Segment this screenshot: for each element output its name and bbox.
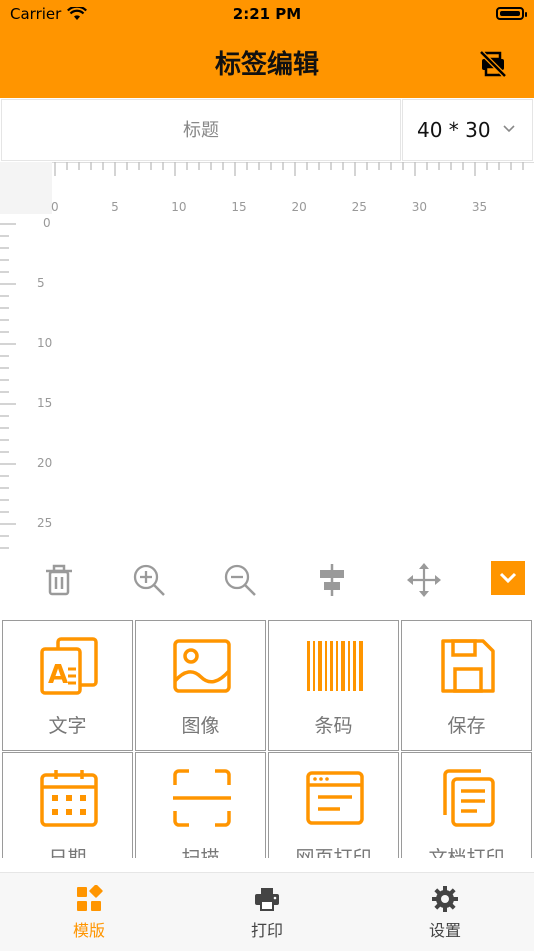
label-size-value: 40 * 30 (417, 118, 491, 142)
chevron-down-icon (499, 572, 517, 584)
grid-item-label: 保存 (447, 715, 486, 737)
grid-item-label: 文字 (48, 715, 87, 737)
web-icon (306, 771, 364, 825)
grid-item-scan[interactable]: 扫描 (135, 752, 266, 858)
printer-off-icon[interactable] (478, 49, 508, 79)
trash-icon[interactable] (41, 562, 77, 598)
label-size-select[interactable]: 40 * 30 (402, 99, 533, 161)
label-canvas[interactable]: 0 5 10 15 20 25 30 35 0 5 10 15 20 25 (0, 162, 534, 552)
ruler-top-label: 5 (111, 200, 119, 214)
ruler-left-label: 20 (37, 456, 53, 470)
battery-icon (496, 7, 527, 20)
zoom-in-icon[interactable] (131, 562, 167, 598)
save-icon (441, 639, 495, 693)
ruler-left-label: 10 (37, 336, 53, 350)
tab-label: 打印 (250, 921, 283, 940)
label-title-input[interactable] (1, 99, 401, 161)
tab-templates[interactable]: 模版 (29, 885, 149, 941)
ruler-left-label: 15 (37, 396, 53, 410)
move-icon[interactable] (406, 562, 442, 598)
grid-item-label: 条码 (314, 715, 353, 737)
align-center-icon[interactable] (314, 562, 350, 598)
function-grid: A 文字 图像 条码 保存 日期 扫描 网页打印 文档打印 (0, 618, 534, 858)
grid-item-label: 扫描 (181, 847, 220, 858)
ruler-top-label: 0 (51, 200, 59, 214)
grid-item-date[interactable]: 日期 (2, 752, 133, 858)
ruler-top-label: 30 (411, 200, 427, 214)
page-title: 标签编辑 (214, 50, 319, 80)
collapse-panel-button[interactable] (491, 561, 525, 595)
barcode-icon (307, 641, 363, 691)
ruler-top-label: 15 (231, 200, 247, 214)
status-bar: Carrier 2:21 PM (0, 0, 534, 28)
grid-item-label: 日期 (48, 847, 87, 858)
header-bar: Carrier 2:21 PM 标签编辑 (0, 0, 534, 98)
tab-label: 设置 (428, 921, 461, 940)
ruler-left-label: 5 (37, 276, 45, 290)
text-icon: A (40, 637, 98, 695)
ruler-left-label: 25 (37, 516, 53, 530)
tab-bar: 模版 打印 设置 (0, 872, 534, 951)
image-icon (173, 639, 231, 693)
ruler-top-label: 10 (171, 200, 187, 214)
zoom-out-icon[interactable] (222, 562, 258, 598)
grid-item-label: 文档打印 (428, 847, 505, 858)
document-icon (443, 769, 495, 827)
ruler-left-label: 0 (43, 216, 51, 230)
ruler-top-label: 35 (471, 200, 488, 214)
grid-item-label: 网页打印 (295, 847, 372, 858)
tab-settings[interactable]: 设置 (385, 885, 505, 941)
grid-item-save[interactable]: 保存 (401, 620, 532, 751)
tab-print[interactable]: 打印 (207, 885, 327, 941)
ruler-top-label: 20 (291, 200, 307, 214)
ruler-top-label: 25 (351, 200, 367, 214)
ruler (0, 162, 534, 549)
grid-item-web-print[interactable]: 网页打印 (268, 752, 399, 858)
chevron-down-icon (503, 125, 515, 133)
grid-item-image[interactable]: 图像 (135, 620, 266, 751)
calendar-icon (40, 770, 98, 827)
clock: 2:21 PM (232, 5, 302, 23)
svg-text:A: A (48, 660, 68, 690)
editor-toolbar (0, 552, 534, 618)
grid-item-text[interactable]: A 文字 (2, 620, 133, 751)
grid-item-document-print[interactable]: 文档打印 (401, 752, 532, 858)
scan-icon (173, 769, 231, 827)
grid-item-barcode[interactable]: 条码 (268, 620, 399, 751)
gear-icon (432, 886, 458, 912)
tab-label: 模版 (72, 921, 105, 940)
templates-icon (77, 885, 103, 911)
grid-item-label: 图像 (181, 715, 220, 737)
printer-icon (255, 888, 279, 911)
